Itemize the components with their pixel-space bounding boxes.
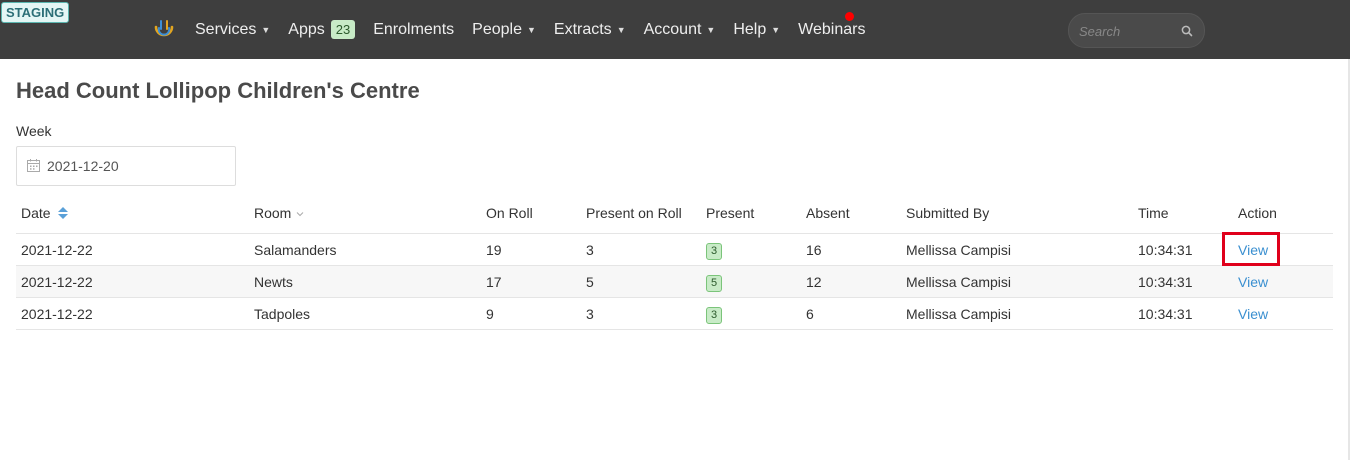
chevron-down-icon: ▼ bbox=[261, 24, 271, 35]
nav-webinars[interactable]: Webinars bbox=[798, 21, 865, 39]
nav-apps-label: Apps bbox=[288, 20, 325, 38]
calendar-icon bbox=[27, 159, 40, 172]
nav-people-label: People bbox=[472, 20, 522, 38]
cell-time: 10:34:31 bbox=[1138, 242, 1193, 258]
cell-on-roll: 9 bbox=[486, 306, 494, 322]
nav-apps[interactable]: Apps 23 bbox=[288, 20, 356, 39]
header-date[interactable]: Date bbox=[21, 205, 69, 221]
cell-present-on-roll: 5 bbox=[586, 274, 594, 290]
nav-services[interactable]: Services ▼ bbox=[195, 21, 270, 39]
table-row: 2021-12-22 Salamanders 19 3 3 16 Melliss… bbox=[16, 232, 1333, 266]
nav-services-label: Services bbox=[195, 20, 257, 38]
chevron-down-icon: ▼ bbox=[526, 24, 536, 35]
present-badge: 3 bbox=[706, 307, 723, 324]
cell-room: Salamanders bbox=[254, 242, 337, 258]
nav-extracts-label: Extracts bbox=[553, 20, 612, 38]
header-submitted-by[interactable]: Submitted By bbox=[906, 205, 989, 221]
chevron-down-icon: ▼ bbox=[706, 24, 716, 35]
nav-help[interactable]: Help ▼ bbox=[733, 21, 780, 39]
week-input[interactable] bbox=[47, 157, 227, 175]
nav-enrolments[interactable]: Enrolments bbox=[373, 21, 454, 39]
header-room-label: Room bbox=[254, 205, 292, 221]
present-badge: 5 bbox=[706, 275, 723, 292]
search-box[interactable] bbox=[1068, 13, 1205, 48]
cell-time: 10:34:31 bbox=[1138, 306, 1193, 322]
cell-submitted-by: Mellissa Campisi bbox=[906, 306, 1012, 322]
cell-date: 2021-12-22 bbox=[21, 274, 93, 290]
highlight-box bbox=[1222, 232, 1280, 266]
sort-icon[interactable] bbox=[58, 207, 69, 219]
search-input[interactable] bbox=[1079, 22, 1179, 40]
header-date-label: Date bbox=[21, 205, 51, 221]
apps-count-badge: 23 bbox=[330, 20, 356, 39]
header-action: Action bbox=[1238, 205, 1277, 221]
cell-date: 2021-12-22 bbox=[21, 242, 93, 258]
cell-room: Newts bbox=[254, 274, 293, 290]
main-nav: Services ▼ Apps 23 Enrolments People ▼ E… bbox=[195, 0, 883, 59]
nav-help-label: Help bbox=[733, 20, 767, 38]
cell-time: 10:34:31 bbox=[1138, 274, 1193, 290]
cell-present-on-roll: 3 bbox=[586, 306, 594, 322]
cell-submitted-by: Mellissa Campisi bbox=[906, 242, 1012, 258]
cell-date: 2021-12-22 bbox=[21, 306, 93, 322]
chevron-down-icon: ▼ bbox=[616, 24, 626, 35]
nav-account[interactable]: Account ▼ bbox=[644, 21, 716, 39]
table-row: 2021-12-22 Tadpoles 9 3 3 6 Mellissa Cam… bbox=[16, 298, 1333, 330]
week-date-field[interactable] bbox=[16, 146, 236, 186]
top-navbar: STAGING Services ▼ Apps 23 Enrolments Pe… bbox=[0, 0, 1350, 59]
nav-enrolments-label: Enrolments bbox=[373, 20, 455, 38]
cell-on-roll: 19 bbox=[486, 242, 502, 258]
view-link[interactable]: View bbox=[1238, 274, 1268, 290]
nav-account-label: Account bbox=[643, 20, 702, 38]
present-badge: 3 bbox=[706, 243, 723, 260]
logo-icon[interactable] bbox=[152, 17, 176, 41]
nav-extracts[interactable]: Extracts ▼ bbox=[554, 21, 626, 39]
header-time[interactable]: Time bbox=[1138, 205, 1169, 221]
search-icon[interactable] bbox=[1180, 24, 1194, 38]
cell-absent: 6 bbox=[806, 306, 814, 322]
cell-submitted-by: Mellissa Campisi bbox=[906, 274, 1012, 290]
header-absent[interactable]: Absent bbox=[806, 205, 850, 221]
sort-down-icon[interactable] bbox=[296, 211, 304, 217]
cell-room: Tadpoles bbox=[254, 306, 311, 322]
chevron-down-icon: ▼ bbox=[771, 24, 781, 35]
cell-absent: 12 bbox=[806, 274, 822, 290]
header-present-on-roll[interactable]: Present on Roll bbox=[586, 205, 682, 221]
header-on-roll[interactable]: On Roll bbox=[486, 205, 533, 221]
notification-dot bbox=[845, 12, 854, 21]
cell-present-on-roll: 3 bbox=[586, 242, 594, 258]
head-count-table: Date Room On Roll Present on Roll Presen… bbox=[16, 194, 1333, 330]
cell-on-roll: 17 bbox=[486, 274, 502, 290]
week-label: Week bbox=[16, 123, 52, 139]
nav-webinars-label: Webinars bbox=[798, 20, 866, 38]
header-present[interactable]: Present bbox=[706, 205, 754, 221]
page-title: Head Count Lollipop Children's Centre bbox=[16, 78, 420, 103]
staging-badge: STAGING bbox=[1, 2, 70, 23]
header-room[interactable]: Room bbox=[254, 205, 304, 221]
table-header-row: Date Room On Roll Present on Roll Presen… bbox=[16, 194, 1333, 234]
table-row: 2021-12-22 Newts 17 5 5 12 Mellissa Camp… bbox=[16, 266, 1333, 298]
nav-people[interactable]: People ▼ bbox=[472, 21, 536, 39]
cell-absent: 16 bbox=[806, 242, 822, 258]
view-link[interactable]: View bbox=[1238, 306, 1268, 322]
